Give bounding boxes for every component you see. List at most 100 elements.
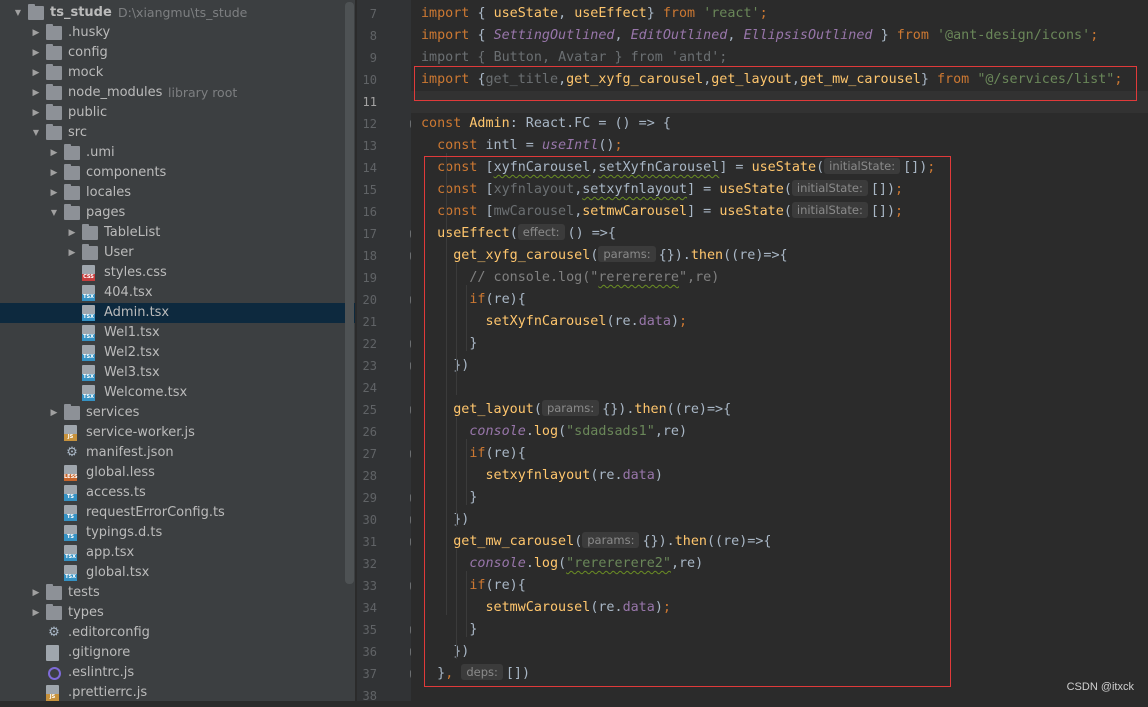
chevron-right-icon[interactable]: ▶: [30, 603, 42, 623]
chevron-right-icon[interactable]: ▶: [30, 83, 42, 103]
code-token: import {: [421, 50, 494, 65]
tree-item-label: manifest.json: [86, 445, 174, 460]
code-token: EllipsisOutlined: [743, 28, 881, 43]
chevron-right-icon[interactable]: ▶: [30, 103, 42, 123]
tree-item[interactable]: .gitignore: [0, 643, 355, 663]
watermark: CSDN @itxck: [1066, 681, 1134, 693]
tree-item-label: node_modules: [68, 85, 163, 100]
tree-item-label: Wel2.tsx: [104, 345, 160, 360]
chevron-right-icon[interactable]: ▶: [66, 243, 78, 263]
tree-item[interactable]: TSX Admin.tsx: [0, 303, 355, 323]
tree-item[interactable]: ▶ locales: [0, 183, 355, 203]
chevron-right-icon[interactable]: ▶: [48, 183, 60, 203]
tree-item[interactable]: TSX global.tsx: [0, 563, 355, 583]
chevron-right-icon[interactable]: ▶: [30, 63, 42, 83]
tree-item[interactable]: JS service-worker.js: [0, 423, 355, 443]
tree-item[interactable]: ▼ ts_stude D:\xiangmu\ts_stude: [0, 3, 355, 23]
tree-item[interactable]: .eslintrc.js: [0, 663, 355, 683]
file-type-badge: LESS: [64, 474, 78, 481]
tree-item[interactable]: ▶ User: [0, 243, 355, 263]
code-token: } from 'antd';: [606, 50, 728, 65]
chevron-right-icon[interactable]: ▶: [30, 23, 42, 43]
code-line[interactable]: const intl = useIntl();: [421, 135, 622, 157]
tree-item[interactable]: TS requestErrorConfig.ts: [0, 503, 355, 523]
tree-item[interactable]: TS typings.d.ts: [0, 523, 355, 543]
tree-item-label: Wel1.tsx: [104, 325, 160, 340]
line-number: 23: [362, 359, 377, 373]
tree-item[interactable]: ▶ mock: [0, 63, 355, 83]
tree-item[interactable]: ▶ components: [0, 163, 355, 183]
tree-item[interactable]: TSX Welcome.tsx: [0, 383, 355, 403]
folder-icon: [28, 4, 44, 20]
tree-item-label: .gitignore: [68, 645, 131, 660]
tree-item[interactable]: ▶ TableList: [0, 223, 355, 243]
tree-item[interactable]: ⚙ .editorconfig: [0, 623, 355, 643]
tree-item[interactable]: ▼ pages: [0, 203, 355, 223]
tree-item[interactable]: ⚙ manifest.json: [0, 443, 355, 463]
tree-item[interactable]: JS .prettierrc.js: [0, 683, 355, 701]
chevron-right-icon[interactable]: ▶: [30, 583, 42, 603]
chevron-right-icon[interactable]: ▶: [48, 143, 60, 163]
folder-icon: [82, 244, 98, 260]
tsx-file-icon: TSX: [64, 545, 77, 561]
tree-item[interactable]: ▶ .husky: [0, 23, 355, 43]
tree-item-label: service-worker.js: [86, 425, 195, 440]
tree-item[interactable]: LESS global.less: [0, 463, 355, 483]
chevron-right-icon[interactable]: ▶: [30, 43, 42, 63]
tsx-file-icon: TSX: [64, 565, 77, 581]
tree-item[interactable]: ▶ .umi: [0, 143, 355, 163]
tree-item[interactable]: TSX Wel1.tsx: [0, 323, 355, 343]
code-token: Avatar: [558, 50, 607, 65]
line-number: 34: [362, 601, 377, 615]
js-file-icon: JS: [64, 425, 77, 441]
tree-item[interactable]: TSX Wel2.tsx: [0, 343, 355, 363]
tree-item[interactable]: CSS styles.css: [0, 263, 355, 283]
code-line[interactable]: import { useState, useEffect} from 'reac…: [421, 3, 768, 25]
tree-scrollbar[interactable]: [345, 2, 354, 584]
chevron-down-icon[interactable]: ▼: [30, 123, 42, 143]
line-number: 30: [362, 513, 377, 527]
code-token: const: [421, 116, 470, 131]
file-type-badge: TSX: [64, 554, 77, 561]
code-token: useEffect: [574, 6, 647, 21]
code-token: }: [646, 6, 663, 21]
chevron-down-icon[interactable]: ▼: [48, 203, 60, 223]
tree-item[interactable]: ▶ node_modules library root: [0, 83, 355, 103]
line-number: 14: [362, 161, 377, 175]
chevron-right-icon[interactable]: ▶: [48, 403, 60, 423]
line-number: 38: [362, 689, 377, 703]
chevron-right-icon[interactable]: ▶: [66, 223, 78, 243]
tree-item[interactable]: TS access.ts: [0, 483, 355, 503]
line-number: 27: [362, 447, 377, 461]
code-line[interactable]: const Admin: React.FC = () => {: [421, 113, 671, 135]
line-number: 22: [362, 337, 377, 351]
tree-item[interactable]: ▼ src: [0, 123, 355, 143]
code-token: 'react': [703, 6, 760, 21]
code-token: {: [477, 6, 494, 21]
chevron-down-icon[interactable]: ▼: [12, 3, 24, 23]
tree-item[interactable]: TSX 404.tsx: [0, 283, 355, 303]
code-line[interactable]: import { SettingOutlined, EditOutlined, …: [421, 25, 1098, 47]
tree-item-label: .eslintrc.js: [68, 665, 135, 680]
tree-item[interactable]: TSX app.tsx: [0, 543, 355, 563]
line-number: 25: [362, 403, 377, 417]
file-type-badge: JS: [64, 434, 77, 441]
tree-item[interactable]: ▶ tests: [0, 583, 355, 603]
folder-icon: [46, 104, 62, 120]
code-editor[interactable]: import { useState, useEffect} from 'reac…: [411, 0, 1148, 701]
tree-item-label: global.less: [86, 465, 155, 480]
tree-item[interactable]: ▶ types: [0, 603, 355, 623]
tree-item-label: config: [68, 45, 108, 60]
folder-icon: [64, 204, 80, 220]
folder-icon: [64, 184, 80, 200]
line-number: 11: [362, 95, 377, 109]
tree-item[interactable]: ▶ config: [0, 43, 355, 63]
chevron-right-icon[interactable]: ▶: [48, 163, 60, 183]
eslint-file-icon: [48, 667, 61, 680]
tree-item[interactable]: ▶ public: [0, 103, 355, 123]
line-number: 29: [362, 491, 377, 505]
tree-item[interactable]: TSX Wel3.tsx: [0, 363, 355, 383]
line-number: 8: [369, 29, 377, 43]
tree-item[interactable]: ▶ services: [0, 403, 355, 423]
